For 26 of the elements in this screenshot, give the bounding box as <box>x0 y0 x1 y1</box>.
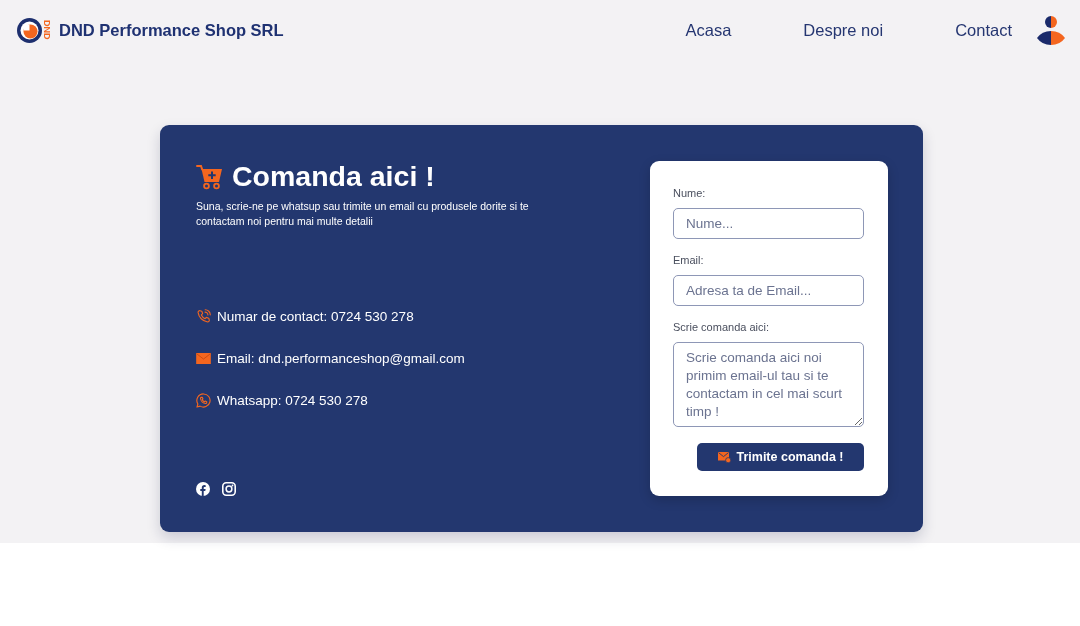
input-field[interactable]: Nume... <box>673 208 864 239</box>
user-avatar-icon[interactable] <box>1037 15 1065 45</box>
mail-send-icon <box>717 451 731 463</box>
nav-link[interactable]: Contact <box>955 20 1012 40</box>
cart-plus-icon <box>196 162 223 190</box>
message-field[interactable]: Scrie comanda aici noi primim email-ul tau si te contactam in cel mai scurt timp ! <box>673 342 864 427</box>
field-label: Email: <box>673 253 704 267</box>
brand-name: DND Performance Shop SRL <box>59 20 284 40</box>
phone-icon <box>196 308 211 324</box>
contact-text: Whatsapp: 0724 530 278 <box>217 392 368 408</box>
nav-link[interactable]: Acasa <box>685 20 732 40</box>
field-label: Nume: <box>673 186 706 200</box>
contact-text: Email: dnd.performanceshop@gmail.com <box>217 350 465 366</box>
nav-link[interactable]: Despre noi <box>803 20 884 40</box>
order-description: Suna, scrie-ne pe whatsup sau trimite un email cu produsele dorite si te contactam noi pentru mai multe detalii <box>196 199 530 229</box>
field-label: Scrie comanda aici: <box>673 320 769 334</box>
facebook-icon[interactable] <box>196 482 210 496</box>
order-title: Comanda aici ! <box>232 161 435 191</box>
contact-text: Numar de contact: 0724 530 278 <box>217 308 414 324</box>
envelope-icon <box>196 352 211 364</box>
whatsapp-icon <box>196 392 211 408</box>
instagram-icon[interactable] <box>222 482 236 496</box>
input-field[interactable]: Adresa ta de Email... <box>673 275 864 306</box>
send-order-button[interactable]: Trimite comanda ! <box>697 443 864 471</box>
logo-icon <box>17 17 42 43</box>
logo-text: DND <box>42 20 51 40</box>
